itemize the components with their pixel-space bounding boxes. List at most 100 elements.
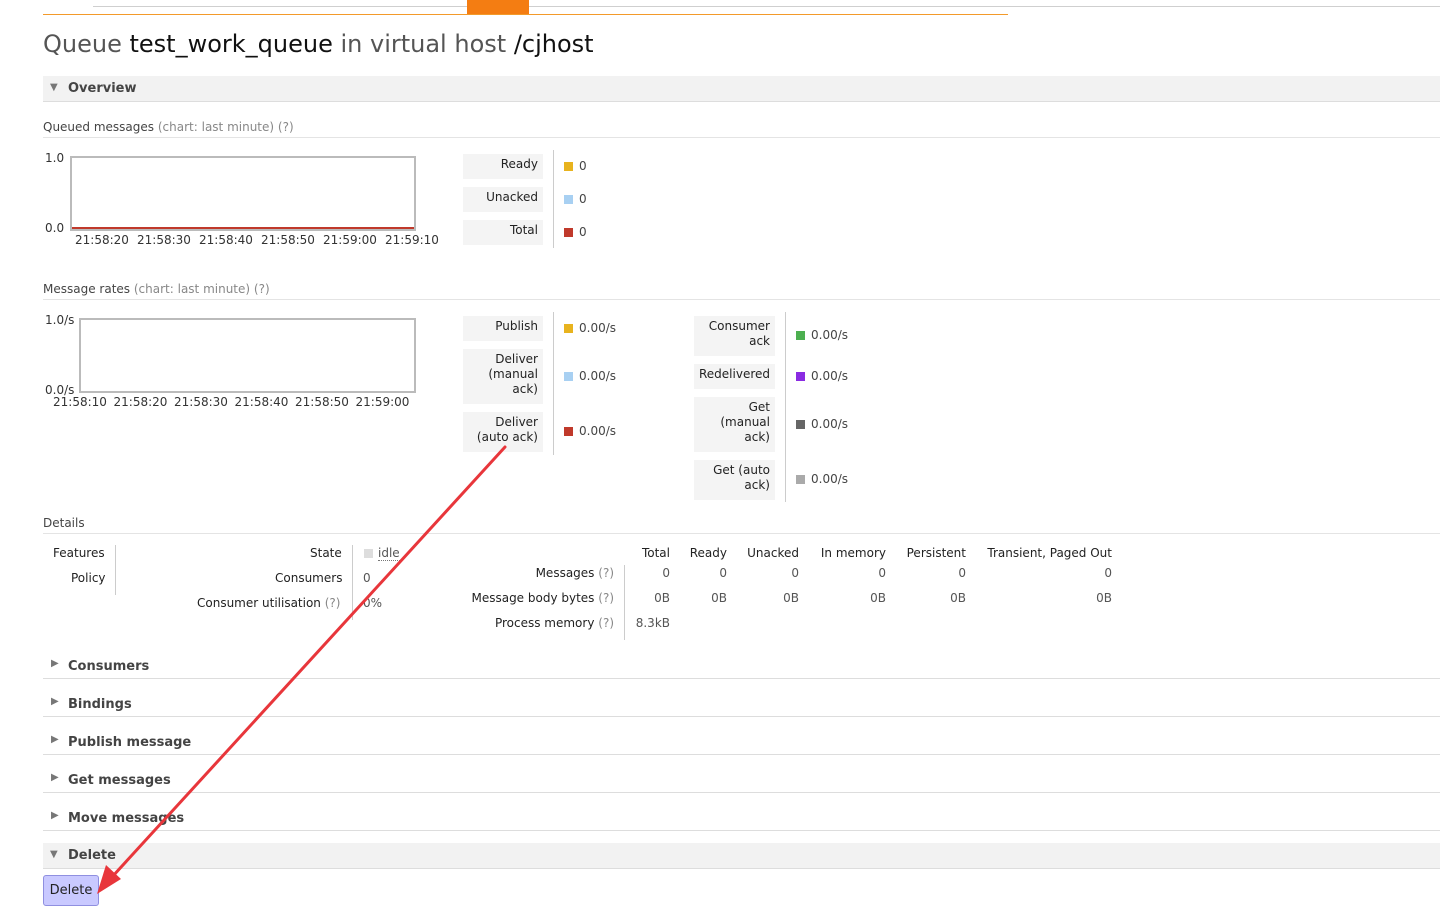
- details-divider-2: [352, 545, 353, 620]
- col-in-memory: In memory: [820, 546, 886, 560]
- swatch-get-auto: [796, 475, 805, 484]
- legend-redelivered: Redelivered: [694, 364, 775, 389]
- legend-get-auto: Get (auto ack): [694, 460, 775, 500]
- legend-deliver-auto-label: Deliver (auto ack): [476, 415, 538, 444]
- rates-help-icon[interactable]: (?): [254, 282, 270, 296]
- utilisation-value: 0%: [363, 596, 383, 610]
- features-label: Features: [53, 546, 105, 560]
- section-move-messages-label: Move messages: [68, 811, 185, 826]
- active-nav-tab[interactable]: [467, 0, 529, 14]
- queued-xtick: 21:58:30: [137, 233, 191, 247]
- col-persistent: Persistent: [906, 546, 966, 560]
- col-total: Total: [641, 546, 670, 560]
- swatch-get-manual: [796, 420, 805, 429]
- legend-get-manual-label: Get (manual ack): [720, 400, 770, 444]
- queued-xtick: 21:59:10: [385, 233, 439, 247]
- delete-queue-button[interactable]: Delete: [43, 875, 99, 906]
- rates-xtick: 21:58:50: [295, 395, 349, 409]
- state-idle-icon: [364, 549, 373, 558]
- value-ready: 0: [579, 159, 587, 173]
- legend-get-manual: Get (manual ack): [694, 397, 775, 452]
- legend-publish-label: Publish: [495, 319, 538, 333]
- details-heading: Details: [43, 516, 1440, 534]
- section-delete-label: Delete: [68, 848, 116, 863]
- message-rates-title: Message rates: [43, 282, 131, 296]
- queued-xtick: 21:58:50: [261, 233, 315, 247]
- title-mid: in virtual host: [340, 30, 507, 58]
- stats-cell: 8.3kB: [635, 616, 670, 630]
- queued-xtick: 21:58:20: [75, 233, 129, 247]
- legend-unacked-label: Unacked: [486, 190, 538, 204]
- legend-ready-label: Ready: [500, 157, 538, 171]
- queued-xtick: 21:58:40: [199, 233, 253, 247]
- section-bindings[interactable]: ▶ Bindings: [43, 691, 1440, 717]
- section-publish-message-label: Publish message: [68, 735, 192, 750]
- section-move-messages[interactable]: ▶ Move messages: [43, 805, 1440, 831]
- col-transient-paged-out: Transient, Paged Out: [987, 546, 1112, 560]
- rates-chart-note[interactable]: (chart: last minute): [134, 282, 250, 296]
- stats-cell: 0B: [870, 591, 886, 605]
- legend-ready: Ready: [463, 154, 543, 179]
- section-overview[interactable]: ▼ Overview: [43, 76, 1440, 102]
- row-messages-label-text: Messages: [535, 566, 595, 580]
- stats-cell: 0: [958, 566, 966, 580]
- queued-help-icon[interactable]: (?): [278, 120, 294, 134]
- section-consumers[interactable]: ▶ Consumers: [43, 653, 1440, 679]
- queued-ytick-max: 1.0: [45, 151, 65, 165]
- value-redelivered: 0.00/s: [811, 369, 849, 383]
- rates-chart-plot: [81, 320, 414, 391]
- section-get-messages[interactable]: ▶ Get messages: [43, 767, 1440, 793]
- value-deliver-auto: 0.00/s: [579, 424, 617, 438]
- expand-triangle-icon: ▶: [51, 810, 59, 821]
- page-title: Queue test_work_queue in virtual host /c…: [43, 30, 594, 58]
- legend-deliver-manual-label: Deliver (manual ack): [488, 352, 538, 396]
- collapse-triangle-icon: ▼: [50, 82, 58, 93]
- value-total: 0: [579, 225, 587, 239]
- queued-chart-note[interactable]: (chart: last minute): [158, 120, 274, 134]
- legend-total: Total: [463, 220, 543, 245]
- top-nav-border: [93, 0, 1440, 7]
- nav-underline: [43, 14, 1008, 15]
- legend-deliver-manual: Deliver (manual ack): [463, 349, 543, 404]
- details-title: Details: [43, 516, 85, 530]
- legend-consumer-ack-label: Consumer ack: [708, 319, 770, 348]
- section-delete[interactable]: ▼ Delete: [43, 843, 1440, 869]
- stats-cell: 0: [662, 566, 670, 580]
- utilisation-help-icon[interactable]: (?): [325, 596, 341, 610]
- title-prefix: Queue: [43, 30, 122, 58]
- stats-cell: 0: [791, 566, 799, 580]
- stats-cell: 0B: [783, 591, 799, 605]
- state-value[interactable]: idle: [378, 546, 400, 561]
- expand-triangle-icon: ▶: [51, 658, 59, 669]
- value-unacked: 0: [579, 192, 587, 206]
- policy-label: Policy: [71, 571, 106, 585]
- section-consumers-label: Consumers: [68, 659, 150, 674]
- legend-unacked: Unacked: [463, 187, 543, 212]
- queued-ytick-min: 0.0: [45, 221, 65, 235]
- stats-cell: 0: [1104, 566, 1112, 580]
- stats-cell: 0B: [654, 591, 670, 605]
- section-bindings-label: Bindings: [68, 697, 132, 712]
- consumers-value: 0: [363, 571, 371, 585]
- stats-cell: 0B: [711, 591, 727, 605]
- swatch-consumer-ack: [796, 331, 805, 340]
- queued-chart-plot: [72, 227, 414, 229]
- rates-xtick: 21:59:00: [355, 395, 410, 409]
- legend-deliver-auto: Deliver (auto ack): [463, 412, 543, 452]
- vhost-name: /cjhost: [513, 30, 594, 58]
- rates-xtick: 21:58:40: [234, 395, 289, 409]
- rates-ytick-max: 1.0/s: [45, 313, 75, 327]
- collapse-triangle-icon: ▼: [50, 849, 58, 860]
- col-ready: Ready: [689, 546, 727, 560]
- legend-total-label: Total: [509, 223, 538, 237]
- section-get-messages-label: Get messages: [68, 773, 171, 788]
- swatch-publish: [564, 324, 573, 333]
- row-body-bytes-label-text: Message body bytes: [471, 591, 595, 605]
- queued-messages-chart: [70, 156, 416, 231]
- rates-xtick: 21:58:20: [113, 395, 168, 409]
- swatch-redelivered: [796, 372, 805, 381]
- section-publish-message[interactable]: ▶ Publish message: [43, 729, 1440, 755]
- expand-triangle-icon: ▶: [51, 734, 59, 745]
- utilisation-label: Consumer utilisation (?): [197, 596, 340, 610]
- queued-xtick: 21:59:00: [323, 233, 377, 247]
